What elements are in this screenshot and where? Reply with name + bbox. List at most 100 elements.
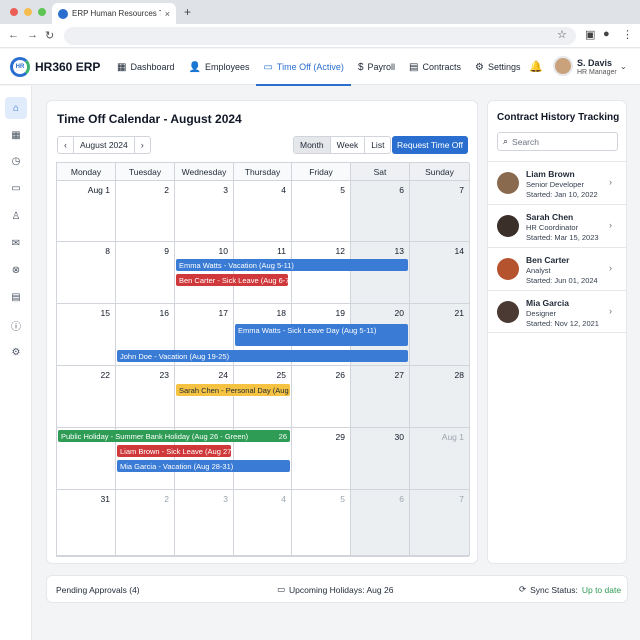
month-navigator: ‹ August 2024 › — [57, 136, 151, 154]
avatar — [497, 301, 519, 323]
chevron-down-icon[interactable]: ⌄ — [620, 62, 627, 71]
calendar-day-cell[interactable]: 9 — [116, 242, 175, 304]
clock-icon[interactable]: ◷ — [5, 150, 27, 172]
link-icon[interactable]: ⊗ — [5, 259, 27, 281]
calendar-day-cell[interactable]: 11 — [234, 242, 292, 304]
bell-icon[interactable]: 🔔 — [529, 60, 543, 73]
calendar-event[interactable]: Emma Watts - Vacation (Aug 5-11) — [176, 259, 408, 271]
new-tab-icon[interactable]: + — [184, 5, 191, 19]
time-off-calendar-panel: Time Off Calendar - August 2024 ‹ August… — [46, 100, 478, 564]
calendar-day-cell[interactable]: 28 — [410, 366, 470, 428]
chevron-right-icon[interactable]: › — [135, 137, 150, 153]
contract-item[interactable]: Sarah Chen HR Coordinator Started: Mar 1… — [488, 204, 626, 247]
avatar[interactable] — [553, 56, 573, 76]
nav-settings[interactable]: ⚙ Settings — [468, 49, 528, 85]
calendar-day-cell[interactable]: 12 — [292, 242, 351, 304]
nav-label: Employees — [204, 62, 250, 72]
contract-item[interactable]: Liam Brown Senior Developer Started: Jan… — [488, 161, 626, 204]
contract-name: Mia Garcia — [526, 298, 569, 308]
nav-contracts[interactable]: ▤ Contracts — [402, 49, 468, 85]
calendar-day-cell[interactable]: 7 — [410, 490, 470, 556]
calendar-icon[interactable]: ▭ — [5, 177, 27, 199]
calendar-day-cell[interactable]: 24 — [175, 366, 234, 428]
mail-icon[interactable]: ✉ — [5, 232, 27, 254]
calendar-day-cell[interactable]: Aug 1 — [410, 428, 470, 490]
day-number: 23 — [159, 370, 169, 380]
browser-menu-icon[interactable]: ⋮ — [622, 28, 633, 41]
nav-dashboard[interactable]: ▦ Dashboard — [110, 49, 181, 85]
nav-payroll[interactable]: $ Payroll — [351, 49, 402, 85]
calendar-event[interactable]: Ben Carter - Sick Leave (Aug 6-7) — [176, 274, 288, 286]
view-week-button[interactable]: Week — [329, 137, 365, 153]
sidebar-toggle-icon[interactable]: ▣ — [585, 28, 595, 41]
calendar-day-cell[interactable]: Aug 1 — [57, 181, 116, 242]
sync-icon: ⟳ — [519, 584, 527, 594]
calendar-day-cell[interactable]: 6 — [351, 181, 410, 242]
calendar-day-cell[interactable]: 7 — [410, 181, 470, 242]
calendar-day-cell[interactable]: 4 — [234, 490, 292, 556]
profile-icon[interactable]: ● — [603, 28, 610, 40]
sync-status: ⟳ Sync Status: Up to date — [519, 584, 621, 595]
calendar-day-cell[interactable]: 2 — [116, 490, 175, 556]
calendar-day-cell[interactable]: 8 — [57, 242, 116, 304]
calendar-event[interactable]: Liam Brown - Sick Leave (Aug 27-28) — [117, 445, 231, 457]
calendar-event[interactable]: John Doe - Vacation (Aug 19-25) — [117, 350, 408, 362]
minimize-window-icon[interactable] — [24, 8, 32, 16]
back-icon[interactable]: ← — [8, 29, 19, 41]
request-time-off-button[interactable]: Request Time Off — [392, 136, 468, 154]
calendar-day-cell[interactable]: 26 — [292, 366, 351, 428]
calendar-day-cell[interactable]: 23 — [116, 366, 175, 428]
nav-time-off[interactable]: ▭ Time Off (Active) — [256, 49, 352, 86]
calendar-day-cell[interactable]: 21 — [410, 304, 470, 366]
search-box: ⌕ — [497, 132, 618, 151]
browser-tab[interactable]: ERP Human Resources Time × — [52, 3, 176, 24]
calendar-day-cell[interactable]: 5 — [292, 181, 351, 242]
view-month-button[interactable]: Month — [294, 137, 330, 153]
calendar-day-cell[interactable]: 31 — [57, 490, 116, 556]
day-number: 29 — [335, 432, 345, 442]
search-input[interactable] — [512, 136, 603, 147]
calendar-event[interactable]: Emma Watts - Sick Leave Day (Aug 5-11) — [235, 324, 408, 346]
calendar-day-cell[interactable]: 14 — [410, 242, 470, 304]
calendar-event[interactable]: Public Holiday - Summer Bank Holiday (Au… — [58, 430, 290, 442]
gear-icon[interactable]: ⚙ — [5, 341, 27, 363]
calendar-day-cell[interactable]: 13 — [351, 242, 410, 304]
calendar-event[interactable]: Sarah Chen - Personal Day (Aug 20) — [176, 384, 290, 396]
view-list-button[interactable]: List — [364, 137, 390, 153]
calendar-day-cell[interactable]: 4 — [234, 181, 292, 242]
url-input[interactable] — [64, 27, 576, 45]
calendar-day-cell[interactable]: 15 — [57, 304, 116, 366]
pending-approvals[interactable]: Pending Approvals (4) — [56, 585, 140, 595]
chevron-right-icon: › — [609, 177, 612, 187]
home-icon[interactable]: ⌂ — [5, 97, 27, 119]
calendar-day-cell[interactable]: 30 — [351, 428, 410, 490]
calendar-day-cell[interactable]: 22 — [57, 366, 116, 428]
calendar-day-cell[interactable]: 27 — [351, 366, 410, 428]
chevron-left-icon[interactable]: ‹ — [58, 137, 73, 153]
document-icon[interactable]: ▤ — [5, 286, 27, 308]
calendar-event[interactable]: Mia Garcia - Vacation (Aug 28-31) — [117, 460, 290, 472]
calendar-day-cell[interactable]: 6 — [351, 490, 410, 556]
info-icon[interactable]: ⓘ — [5, 314, 27, 336]
nav-employees[interactable]: 👤 Employees — [181, 49, 256, 85]
calendar-day-cell[interactable]: 3 — [175, 490, 234, 556]
reload-icon[interactable]: ↻ — [45, 29, 54, 42]
user-icon[interactable]: ♙ — [5, 205, 27, 227]
tab-close-icon[interactable]: × — [165, 9, 170, 19]
calendar-day-cell[interactable]: 3 — [175, 181, 234, 242]
calendar-day-cell[interactable]: 5 — [292, 490, 351, 556]
contract-start: Started: Mar 15, 2023 — [526, 233, 599, 242]
bookmark-star-icon[interactable]: ☆ — [557, 28, 567, 41]
maximize-window-icon[interactable] — [38, 8, 46, 16]
event-label: Ben Carter - Sick Leave (Aug 6-7) — [179, 275, 288, 285]
calendar-day-cell[interactable]: 10 — [175, 242, 234, 304]
forward-icon[interactable]: → — [27, 29, 38, 41]
calendar-day-cell[interactable]: 2 — [116, 181, 175, 242]
contract-item[interactable]: Ben Carter Analyst Started: Jun 01, 2024… — [488, 247, 626, 290]
calendar-day-cell[interactable]: 29 — [292, 428, 351, 490]
day-number: 19 — [335, 308, 345, 318]
close-window-icon[interactable] — [10, 8, 18, 16]
contract-item[interactable]: Mia Garcia Designer Started: Nov 12, 202… — [488, 290, 626, 333]
grid-icon[interactable]: ▦ — [5, 124, 27, 146]
calendar-day-cell[interactable]: 25 — [234, 366, 292, 428]
